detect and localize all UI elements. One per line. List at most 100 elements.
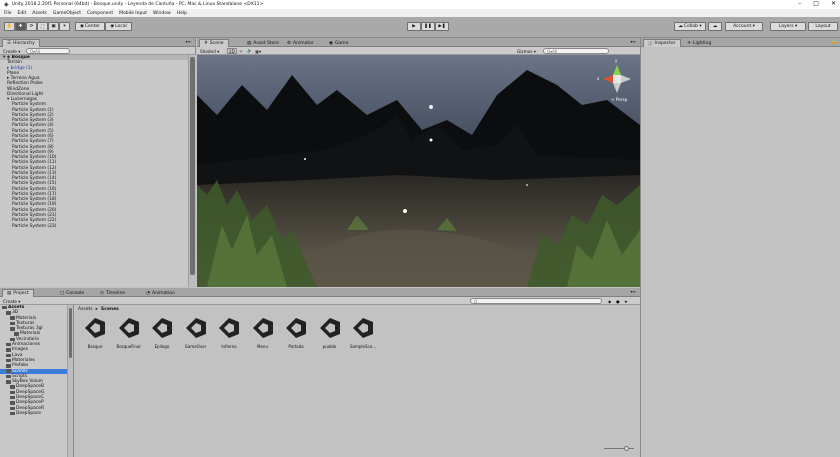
project-search-input[interactable]: Q — [470, 298, 602, 304]
tab-game[interactable]: ◉ Game — [325, 39, 352, 47]
scene-gizmo[interactable]: y x < Persp — [597, 58, 637, 102]
scene-asset[interactable]: SampleSce... — [348, 316, 378, 349]
rotate-tool-icon[interactable]: ⟳ — [26, 22, 37, 31]
scene-asset[interactable]: GameOver — [181, 316, 211, 349]
audio-toggle-icon[interactable]: 🔈 — [247, 48, 252, 54]
hand-tool-icon[interactable]: ✋ — [4, 22, 15, 31]
breadcrumb-scenes[interactable]: Scenes — [101, 307, 119, 312]
gizmos-dropdown[interactable]: Gizmos ▾ — [517, 48, 536, 54]
lock-icon[interactable]: 🔒 — [831, 39, 836, 44]
tab-project[interactable]: ▤ Project — [2, 289, 34, 297]
persp-label[interactable]: < Persp — [611, 97, 627, 102]
menu-component[interactable]: Component — [87, 11, 113, 16]
tab-console[interactable]: □ Console — [56, 289, 88, 297]
scene-asset[interactable]: Infierno — [214, 316, 244, 349]
pause-button[interactable]: ❚❚ — [421, 22, 435, 31]
create-dropdown[interactable]: Create ▾ — [3, 48, 20, 54]
tab-hierarchy[interactable]: ☰ Hierarchy — [2, 39, 40, 47]
layout-button[interactable]: Layout — [808, 22, 838, 31]
asset-label: GameOver — [184, 344, 207, 349]
title-bar: ◈ Unity 2018.2.20f1 Personal (64bit) - B… — [0, 0, 840, 9]
panel-menu-icon[interactable]: ▾≡ — [631, 39, 636, 44]
animator-tab-icon: ⚙ — [287, 40, 292, 46]
cloud-services-icon[interactable]: ☁ — [708, 22, 722, 31]
tab-lighting[interactable]: ☀ Lighting — [683, 39, 715, 47]
scrollbar-thumb[interactable] — [69, 308, 72, 358]
tree-scrollbar[interactable] — [67, 305, 73, 457]
asset-label: Bosque — [87, 344, 103, 349]
hierarchy-item-label: Particle System (4) — [12, 123, 54, 129]
hierarchy-search-input[interactable]: Q▾All — [26, 48, 70, 54]
menu-mobile-input[interactable]: Mobile Input — [119, 11, 147, 16]
maximize-button[interactable]: □ — [813, 0, 819, 9]
collab-button[interactable]: ☁ Collab ▾ — [674, 22, 706, 31]
effects-toggle-icon[interactable]: ▦▾ — [255, 48, 261, 54]
folder-icon — [6, 369, 11, 373]
filter-label-icon[interactable]: ● — [616, 298, 620, 304]
layers-button[interactable]: Layers ▾ — [770, 22, 806, 31]
asset-label: Infierno — [221, 344, 237, 349]
folder-icon — [6, 348, 11, 352]
scene-search-input[interactable]: Q▾All — [543, 48, 609, 54]
scene-asset[interactable]: BosqueFinal — [114, 316, 144, 349]
move-tool-icon[interactable]: ✚ — [15, 22, 26, 31]
tab-asset-store[interactable]: ▤ Asset Store — [243, 39, 283, 47]
shading-dropdown[interactable]: Shaded ▾ — [200, 48, 219, 54]
icon-size-slider[interactable] — [604, 446, 634, 451]
folder-icon — [10, 337, 15, 342]
scrollbar-thumb[interactable] — [190, 57, 195, 275]
hierarchy-toolbar: Create ▾ Q▾All — [0, 47, 195, 55]
project-panel: ▾≡ ▤ Project □ Console ◷ Timeline ◔ Animation C… — [0, 288, 640, 457]
unity-scene-icon — [219, 318, 239, 338]
minimize-button[interactable]: – — [798, 0, 801, 9]
hierarchy-item[interactable]: Particle System (23) — [0, 224, 188, 229]
panel-menu-icon[interactable]: ▾≡ — [631, 289, 636, 294]
scene-asset[interactable]: Epilogo — [147, 316, 177, 349]
pivot-center-button[interactable]: ◉ Center — [75, 22, 105, 31]
window-title: Unity 2018.2.20f1 Personal (64bit) - Bos… — [11, 2, 264, 7]
hierarchy-scrollbar[interactable] — [188, 55, 196, 287]
filter-type-icon[interactable]: ◆ — [608, 298, 611, 304]
transform-tool-icon[interactable]: ✶ — [59, 22, 70, 31]
breadcrumb-assets[interactable]: Assets — [78, 307, 93, 312]
lighting-toggle-icon[interactable]: ☼ — [239, 48, 243, 54]
account-button[interactable]: Account ▾ — [725, 22, 763, 31]
close-button[interactable]: ✕ — [831, 0, 836, 9]
menu-window[interactable]: Window — [153, 11, 171, 16]
play-button[interactable]: ▶ — [407, 22, 421, 31]
menu-edit[interactable]: Edit — [18, 11, 27, 16]
project-tree: Assets 3D Materials Texturas Texturas 3gl Mat… — [0, 305, 74, 457]
menu-file[interactable]: File — [4, 11, 12, 16]
menu-gameobject[interactable]: GameObject — [53, 11, 81, 16]
menu-bar: File Edit Assets GameObject Component Mobile … — [0, 9, 840, 17]
asset-label: BosqueFinal — [116, 344, 141, 349]
project-create-dropdown[interactable]: Create ▾ — [3, 298, 20, 304]
scene-viewport[interactable]: y x < Persp — [197, 55, 640, 287]
pivot-rotation-button[interactable]: ◉ Local — [105, 22, 132, 31]
rect-tool-icon[interactable]: ▣ — [48, 22, 59, 31]
scene-asset[interactable]: Menu — [248, 316, 278, 349]
tab-animator[interactable]: ⚙ Animator — [283, 39, 318, 47]
hierarchy-item-label: Particle System (11) — [12, 160, 57, 166]
scale-tool-icon[interactable]: ⛶ — [37, 22, 48, 31]
menu-help[interactable]: Help — [177, 11, 187, 16]
hierarchy-item-label: Particle System (8) — [12, 144, 54, 150]
project-folder-item[interactable]: DeepSpace — [0, 411, 73, 416]
panel-menu-icon[interactable]: ▾≡ — [186, 39, 191, 44]
folder-icon — [6, 380, 11, 384]
scene-asset[interactable]: Portada — [281, 316, 311, 349]
hierarchy-item-label: Particle System (12) — [12, 165, 57, 171]
tab-animation[interactable]: ◔ Animation — [142, 289, 179, 297]
asset-label: Menu — [257, 344, 268, 349]
menu-assets[interactable]: Assets — [32, 11, 47, 16]
favorite-icon[interactable]: ★ — [624, 298, 628, 304]
folder-icon — [10, 395, 15, 400]
scene-asset[interactable]: pueblo — [315, 316, 345, 349]
tab-scene[interactable]: # Scene — [199, 39, 229, 47]
2d-toggle-button[interactable]: 2D — [227, 48, 237, 54]
tab-inspector[interactable]: ⓘ Inspector — [643, 39, 681, 47]
step-button[interactable]: ▶❚ — [435, 22, 449, 31]
project-toolbar: Create ▾ Q ◆ ● ★ — [0, 297, 640, 305]
scene-asset[interactable]: Bosque — [80, 316, 110, 349]
tab-timeline[interactable]: ◷ Timeline — [96, 289, 129, 297]
